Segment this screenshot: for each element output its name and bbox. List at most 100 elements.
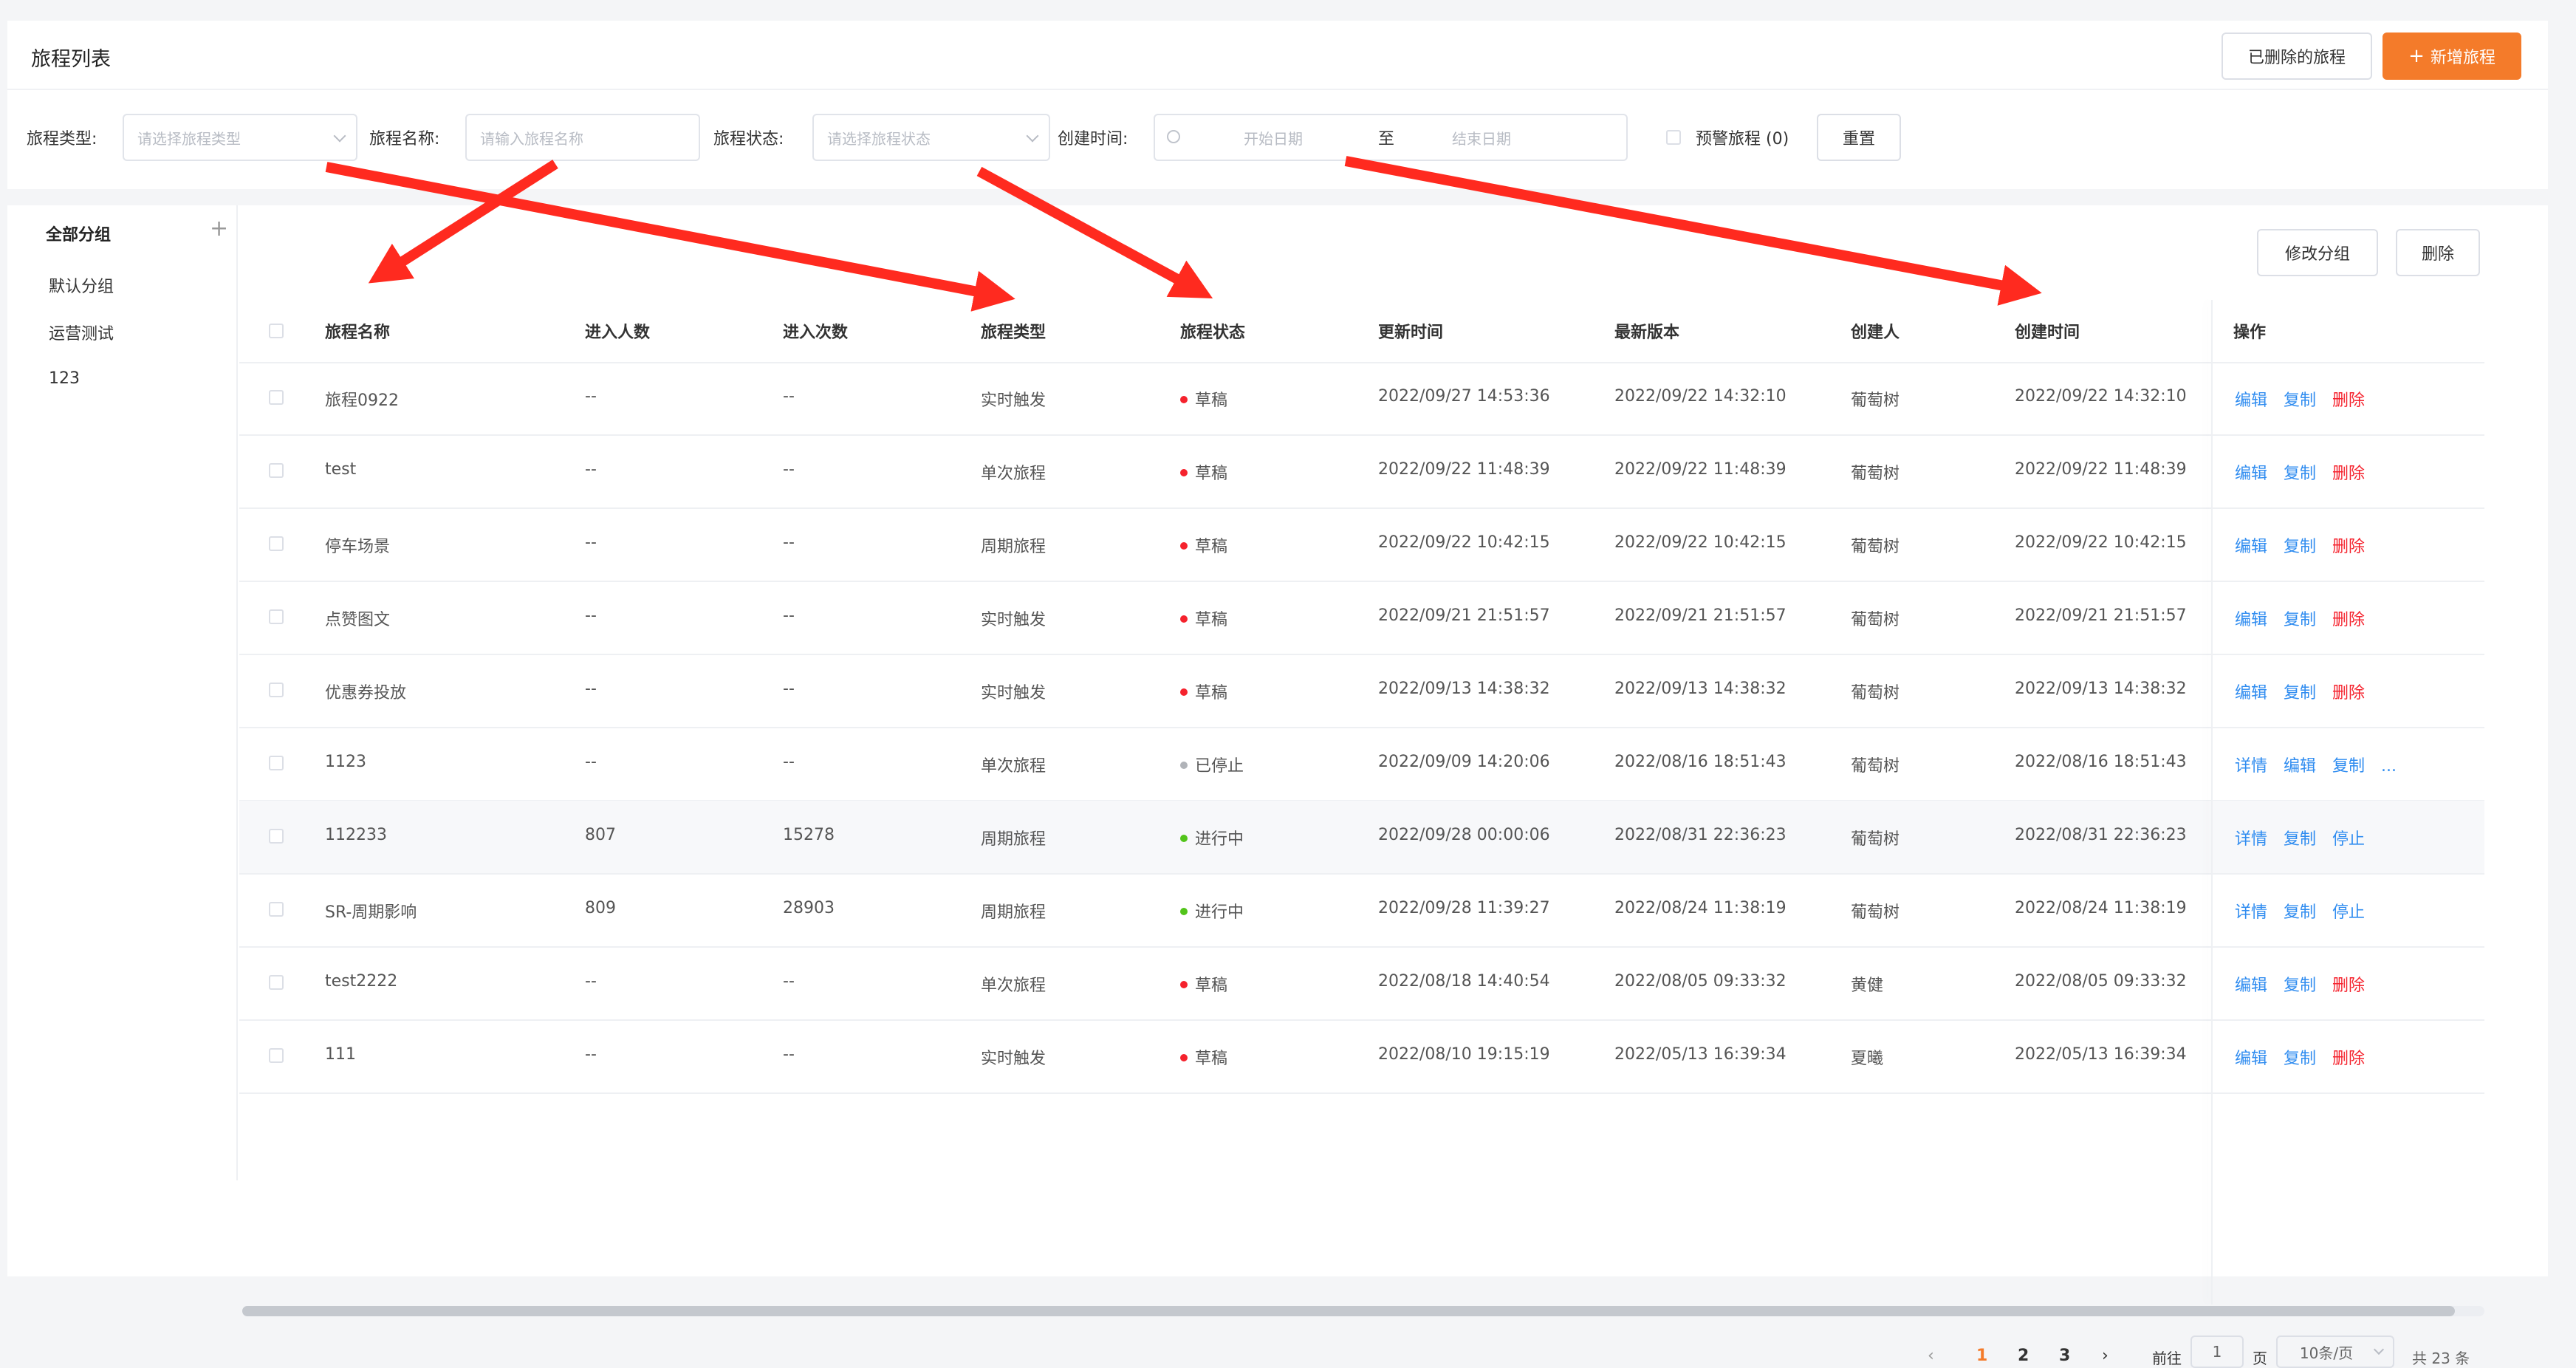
header-updated[interactable]: 更新时间 [1378, 319, 1443, 343]
cell-version: 2022/09/22 14:32:10 [1614, 387, 1787, 406]
warning-checkbox[interactable] [1666, 130, 1681, 145]
table-row[interactable]: 112233 807 15278 周期旅程 2022/09/28 00:00:06 202… [239, 801, 2484, 875]
journey-status-select[interactable]: 请选择旅程状态 [812, 114, 1050, 161]
row-checkbox[interactable] [269, 829, 284, 844]
action-a2-link[interactable]: 复制 [2284, 977, 2316, 995]
action-a2-link[interactable]: 编辑 [2284, 757, 2316, 776]
action-a3-link[interactable]: 删除 [2332, 977, 2365, 995]
sidebar-item-123[interactable]: 123 [49, 369, 80, 388]
action-a3-link[interactable]: 删除 [2332, 538, 2365, 556]
action-a1-link[interactable]: 编辑 [2235, 977, 2267, 995]
action-a2-link[interactable]: 复制 [2284, 1050, 2316, 1068]
next-page-icon[interactable]: › [2102, 1347, 2109, 1365]
action-a3-link[interactable]: 删除 [2332, 1050, 2365, 1068]
header-status[interactable]: 旅程状态 [1180, 319, 1245, 343]
edit-group-button[interactable]: 修改分组 [2257, 229, 2378, 276]
sidebar-item-ops[interactable]: 运营测试 [49, 321, 114, 344]
action-a2-link[interactable]: 复制 [2284, 611, 2316, 629]
header-type[interactable]: 旅程类型 [981, 319, 1046, 343]
row-checkbox[interactable] [269, 1048, 284, 1063]
cell-name: test2222 [325, 972, 398, 991]
action-a3-link[interactable]: 停止 [2332, 830, 2365, 849]
page-2[interactable]: 2 [2018, 1347, 2029, 1365]
action-a3-link[interactable]: 删除 [2332, 684, 2365, 702]
select-all-checkbox[interactable] [269, 324, 284, 338]
action-a2-link[interactable]: 复制 [2284, 465, 2316, 483]
date-range-picker[interactable]: 开始日期 至 结束日期 [1154, 114, 1628, 161]
reset-button[interactable]: 重置 [1817, 114, 1901, 161]
row-checkbox[interactable] [269, 975, 284, 990]
table-row[interactable]: 点赞图文 -- -- 实时触发 2022/09/21 21:51:57 2022/09/2… [239, 581, 2484, 655]
cell-users: -- [585, 533, 597, 552]
action-a3-link[interactable]: 删除 [2332, 391, 2365, 410]
add-journey-button[interactable]: + 新增旅程 [2383, 33, 2521, 80]
more-actions-icon[interactable]: ... [2381, 757, 2397, 776]
table-row[interactable]: 1123 -- -- 单次旅程 2022/09/09 14:20:06 2022/08/1… [239, 728, 2484, 801]
table-row[interactable]: 旅程0922 -- -- 实时触发 2022/09/27 14:53:36 2022/09… [239, 362, 2484, 436]
table-row[interactable]: SR-周期影响 809 28903 周期旅程 2022/09/28 11:39:27 20… [239, 874, 2484, 948]
cell-updated: 2022/09/22 11:48:39 [1378, 460, 1550, 479]
delete-button[interactable]: 删除 [2396, 229, 2480, 276]
action-a1-link[interactable]: 编辑 [2235, 611, 2267, 629]
action-a2-link[interactable]: 复制 [2284, 684, 2316, 702]
action-a1-link[interactable]: 编辑 [2235, 465, 2267, 483]
action-a2-link[interactable]: 复制 [2284, 391, 2316, 410]
sidebar-item-default[interactable]: 默认分组 [49, 273, 114, 297]
row-checkbox[interactable] [269, 683, 284, 697]
header-times[interactable]: 进入次数 [783, 319, 848, 343]
action-a1-link[interactable]: 详情 [2235, 830, 2267, 849]
table-row[interactable]: 优惠券投放 -- -- 实时触发 2022/09/13 14:38:32 2022/09/… [239, 654, 2484, 728]
table-row[interactable]: 111 -- -- 实时触发 2022/08/10 19:15:19 2022/05/13… [239, 1020, 2484, 1094]
cell-times: -- [783, 606, 795, 625]
header-users[interactable]: 进入人数 [585, 319, 650, 343]
action-a3-link[interactable]: 删除 [2332, 611, 2365, 629]
cell-status: 草稿 [1180, 972, 1227, 996]
sidebar-item-all[interactable]: 全部分组 [46, 222, 111, 245]
cell-version: 2022/09/22 11:48:39 [1614, 460, 1787, 479]
action-a1-link[interactable]: 编辑 [2235, 538, 2267, 556]
journey-type-select[interactable]: 请选择旅程类型 [123, 114, 357, 161]
action-a3-link[interactable]: 删除 [2332, 465, 2365, 483]
cell-type: 实时触发 [981, 611, 1046, 629]
page-1[interactable]: 1 [1976, 1347, 1987, 1365]
row-checkbox[interactable] [269, 463, 284, 478]
action-a1-link[interactable]: 详情 [2235, 757, 2267, 776]
row-checkbox[interactable] [269, 390, 284, 405]
end-date-input[interactable]: 结束日期 [1452, 127, 1511, 148]
action-a1-link[interactable]: 编辑 [2235, 391, 2267, 410]
status-dot-icon [1180, 908, 1188, 915]
action-a1-link[interactable]: 编辑 [2235, 684, 2267, 702]
journey-name-input[interactable]: 请输入旅程名称 [465, 114, 700, 161]
action-a1-link[interactable]: 编辑 [2235, 1050, 2267, 1068]
header-creator[interactable]: 创建人 [1851, 319, 1900, 343]
table-row[interactable]: test2222 -- -- 单次旅程 2022/08/18 14:40:54 2022/… [239, 947, 2484, 1021]
start-date-input[interactable]: 开始日期 [1244, 127, 1303, 148]
scrollbar-thumb[interactable] [242, 1306, 2455, 1316]
cell-version: 2022/08/05 09:33:32 [1614, 972, 1787, 991]
add-group-icon[interactable]: + [210, 216, 228, 242]
action-a2-link[interactable]: 复制 [2284, 830, 2316, 849]
page-3[interactable]: 3 [2059, 1347, 2070, 1365]
row-checkbox[interactable] [269, 536, 284, 551]
action-a2-link[interactable]: 复制 [2284, 903, 2316, 922]
row-checkbox[interactable] [269, 756, 284, 770]
prev-page-icon[interactable]: ‹ [1928, 1347, 1934, 1365]
status-text: 草稿 [1195, 1050, 1228, 1068]
action-a3-link[interactable]: 停止 [2332, 903, 2365, 922]
row-checkbox[interactable] [269, 902, 284, 917]
action-a1-link[interactable]: 详情 [2235, 903, 2267, 922]
page-size-select[interactable]: 10条/页 [2276, 1335, 2394, 1368]
header-name[interactable]: 旅程名称 [325, 319, 390, 343]
divider [7, 89, 2548, 90]
deleted-journeys-button[interactable]: 已删除的旅程 [2222, 33, 2372, 80]
action-a3-link[interactable]: 复制 [2332, 757, 2365, 776]
cell-version: 2022/08/16 18:51:43 [1614, 753, 1787, 771]
header-created[interactable]: 创建时间 [2015, 319, 2080, 343]
header-version[interactable]: 最新版本 [1614, 319, 1679, 343]
table-row[interactable]: test -- -- 单次旅程 2022/09/22 11:48:39 2022/09/2… [239, 435, 2484, 509]
row-checkbox[interactable] [269, 609, 284, 624]
action-a2-link[interactable]: 复制 [2284, 538, 2316, 556]
goto-page-input[interactable]: 1 [2190, 1335, 2244, 1368]
horizontal-scrollbar[interactable] [242, 1306, 2484, 1316]
table-row[interactable]: 停车场景 -- -- 周期旅程 2022/09/22 10:42:15 2022/09/2… [239, 508, 2484, 582]
